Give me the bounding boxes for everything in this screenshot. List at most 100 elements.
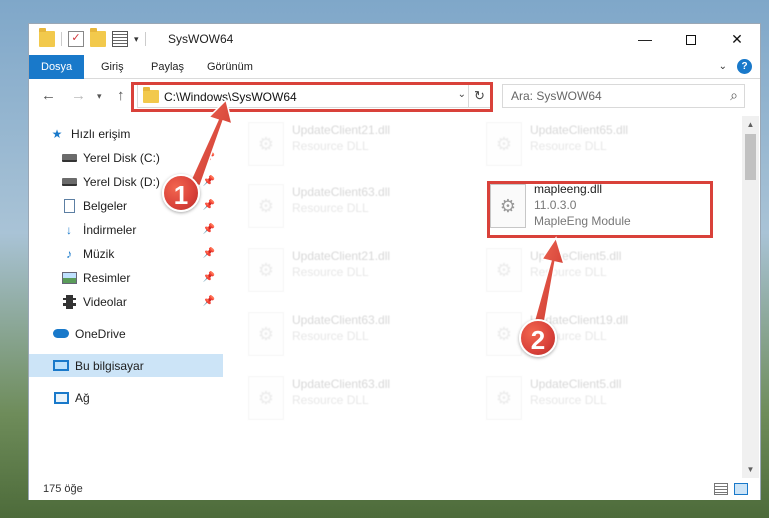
file-item[interactable]: ⚙ UpdateClient63.dll Resource DLL: [228, 182, 453, 230]
recent-locations-icon[interactable]: ▾: [97, 91, 102, 102]
pictures-icon: [61, 270, 77, 286]
pin-icon[interactable]: 📌: [203, 152, 215, 163]
file-description: Resource DLL: [530, 393, 607, 407]
dll-file-icon: ⚙: [248, 184, 284, 228]
file-description: Resource DLL: [292, 265, 369, 279]
ribbon-tabs: Dosya Giriş Paylaş Görünüm ⌄ ?: [29, 55, 760, 79]
step-badge-2: 2: [519, 319, 557, 357]
file-item[interactable]: ⚙ UpdateClient21.dll Resource DLL: [228, 120, 453, 168]
sidebar-item-onedrive[interactable]: OneDrive: [53, 322, 247, 345]
file-description: Resource DLL: [292, 201, 369, 215]
quick-access-toolbar: ✓ ▾: [39, 28, 146, 47]
film-icon: [61, 294, 77, 310]
explorer-window: ✓ ▾ SysWOW64 — ✕ Dosya Giriş Paylaş Görü…: [28, 23, 761, 500]
file-name: UpdateClient63.dll: [292, 377, 391, 391]
vertical-scrollbar[interactable]: ▲ ▼: [742, 116, 759, 478]
cloud-icon: [53, 326, 69, 342]
pin-icon[interactable]: 📌: [203, 272, 215, 283]
pin-icon[interactable]: 📌: [203, 176, 215, 187]
item-count: 175 öğe: [43, 483, 83, 495]
sidebar-item-network[interactable]: Ağ: [53, 386, 247, 409]
sidebar-item-label: Yerel Disk (D:): [83, 174, 160, 189]
file-description: Resource DLL: [292, 393, 369, 407]
sidebar-item-videos[interactable]: Videolar 📌: [61, 290, 223, 313]
drive-icon: [61, 150, 77, 166]
file-item[interactable]: ⚙ UpdateClient19.dll Resource DLL: [466, 310, 691, 358]
music-note-icon: ♪: [66, 246, 72, 261]
drive-icon: [61, 174, 77, 190]
file-item[interactable]: ⚙ UpdateClient21.dll Resource DLL: [228, 246, 453, 294]
file-name: UpdateClient63.dll: [292, 313, 391, 327]
step-badge-1: 1: [162, 174, 200, 212]
network-icon: [53, 390, 69, 406]
dll-file-icon: ⚙: [486, 376, 522, 420]
minimize-button[interactable]: —: [622, 24, 668, 55]
search-input[interactable]: Ara: SysWOW64 ⌕: [502, 84, 745, 108]
sidebar-item-music[interactable]: ♪ Müzik 📌: [61, 242, 223, 265]
sidebar-item-this-pc[interactable]: Bu bilgisayar: [29, 354, 223, 377]
maximize-button[interactable]: [668, 24, 714, 55]
tab-file[interactable]: Dosya: [29, 55, 85, 79]
back-arrow-icon[interactable]: ←: [41, 87, 56, 104]
file-name: UpdateClient65.dll: [530, 123, 629, 137]
pin-icon[interactable]: 📌: [203, 200, 215, 211]
view-toggle: [714, 483, 748, 495]
view-properties-icon[interactable]: [112, 31, 128, 47]
file-description: Resource DLL: [530, 265, 607, 279]
pin-icon[interactable]: 📌: [203, 296, 215, 307]
tab-view[interactable]: Görünüm: [195, 55, 265, 79]
file-name: UpdateClient5.dll: [530, 377, 622, 391]
documents-icon: [61, 198, 77, 214]
up-arrow-icon[interactable]: ↑: [117, 87, 125, 104]
sidebar-item-label: Ağ: [75, 390, 90, 405]
file-item[interactable]: ⚙ UpdateClient63.dll Resource DLL: [228, 310, 453, 358]
scroll-thumb[interactable]: [745, 134, 756, 180]
navigation-pane: ★ Hızlı erişim Yerel Disk (C:) 📌 Yerel D…: [29, 116, 228, 478]
tab-home[interactable]: Giriş: [89, 55, 136, 79]
forward-arrow-icon[interactable]: →: [71, 87, 86, 104]
scroll-down-icon[interactable]: ▼: [742, 461, 759, 478]
sidebar-item-local-disk-c[interactable]: Yerel Disk (C:) 📌: [61, 146, 223, 169]
file-item[interactable]: ⚙ UpdateClient63.dll Resource DLL: [228, 374, 453, 422]
file-description: Resource DLL: [292, 329, 369, 343]
file-description: Resource DLL: [292, 139, 369, 153]
properties-check-icon[interactable]: ✓: [68, 31, 84, 47]
dll-file-icon: ⚙: [248, 312, 284, 356]
sidebar-item-downloads[interactable]: ↓ İndirmeler 📌: [61, 218, 223, 241]
sidebar-item-quick-access[interactable]: ★ Hızlı erişim: [49, 122, 243, 145]
pin-icon[interactable]: 📌: [203, 224, 215, 235]
file-name: UpdateClient63.dll: [292, 185, 391, 199]
download-arrow-icon: ↓: [66, 222, 72, 237]
search-icon[interactable]: ⌕: [730, 87, 738, 104]
file-highlight-box: [487, 181, 713, 238]
address-highlight-box: [131, 82, 493, 112]
tiles-view-icon[interactable]: [734, 483, 748, 495]
new-folder-icon[interactable]: [90, 28, 106, 47]
pin-icon[interactable]: 📌: [203, 248, 215, 259]
file-list: ⚙ UpdateClient21.dll Resource DLL ⚙ Updat…: [228, 116, 742, 478]
sidebar-item-pictures[interactable]: Resimler 📌: [61, 266, 223, 289]
dll-file-icon: ⚙: [248, 248, 284, 292]
sidebar-item-label: İndirmeler: [83, 222, 137, 237]
file-item[interactable]: ⚙ UpdateClient5.dll Resource DLL: [466, 374, 691, 422]
sidebar-item-label: Belgeler: [83, 198, 128, 213]
sidebar-item-label: Yerel Disk (C:): [83, 150, 160, 165]
sidebar-item-label: Videolar: [83, 294, 127, 309]
expand-ribbon-icon[interactable]: ⌄: [719, 61, 727, 72]
toolbar-divider: [144, 32, 146, 46]
tab-share[interactable]: Paylaş: [139, 55, 196, 79]
qat-dropdown-icon[interactable]: ▾: [134, 34, 139, 45]
search-placeholder: Ara: SysWOW64: [511, 89, 602, 103]
sidebar-item-label: Resimler: [83, 270, 131, 285]
file-description: Resource DLL: [530, 139, 607, 153]
help-icon[interactable]: ?: [737, 59, 752, 74]
scroll-up-icon[interactable]: ▲: [742, 116, 759, 133]
dll-file-icon: ⚙: [248, 376, 284, 420]
details-view-icon[interactable]: [714, 483, 728, 495]
close-button[interactable]: ✕: [714, 24, 760, 55]
file-item[interactable]: ⚙ UpdateClient5.dll Resource DLL: [466, 246, 691, 294]
file-item[interactable]: ⚙ UpdateClient65.dll Resource DLL: [466, 120, 691, 168]
dll-file-icon: ⚙: [248, 122, 284, 166]
sidebar-item-label: Müzik: [83, 246, 115, 261]
window-title: SysWOW64: [168, 32, 234, 46]
